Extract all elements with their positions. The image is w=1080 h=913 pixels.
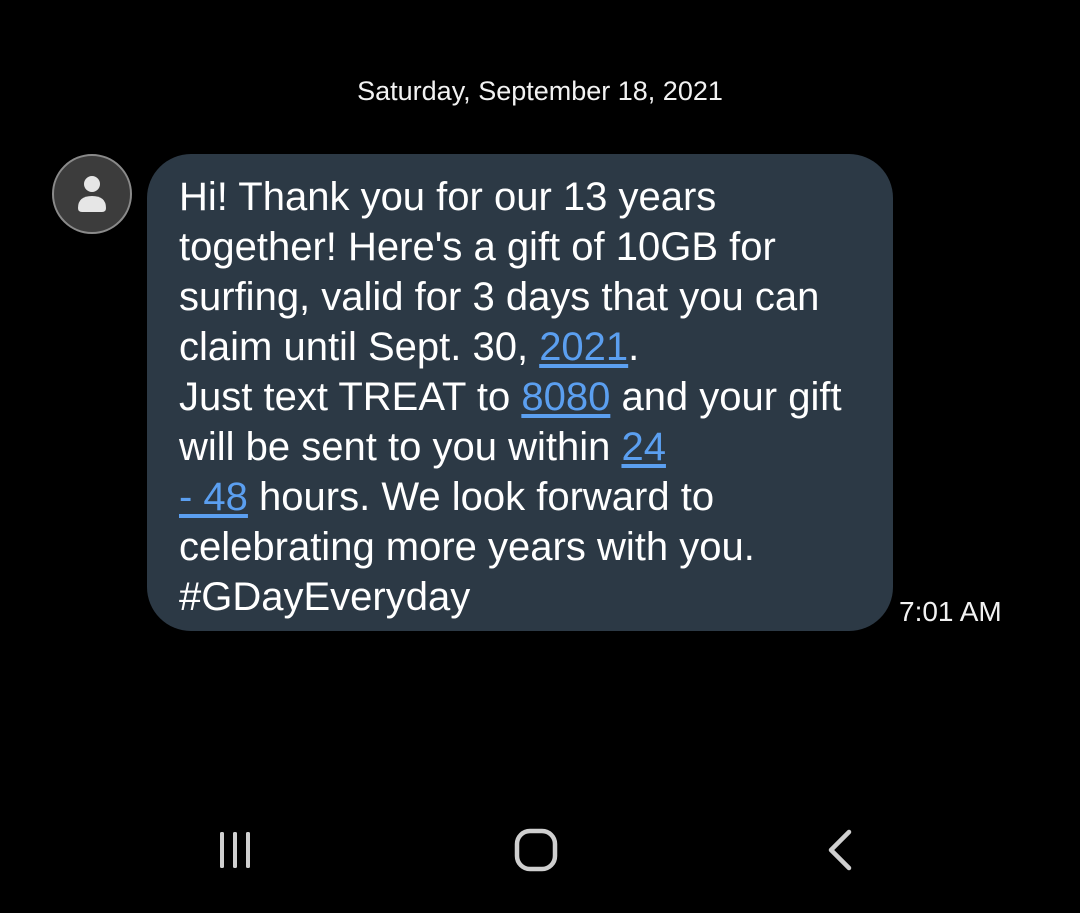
navigation-bar	[0, 800, 1080, 900]
date-header: Saturday, September 18, 2021	[357, 76, 723, 106]
back-icon	[828, 829, 852, 871]
message-bubble[interactable]: Hi! Thank you for our 13 years together!…	[147, 154, 893, 631]
date-link[interactable]: 2021	[539, 325, 628, 369]
person-icon	[78, 176, 106, 212]
number-link[interactable]: 24	[621, 425, 666, 469]
recents-icon	[220, 832, 250, 868]
message-text: Hi! Thank you for our 13 years together!…	[179, 175, 831, 369]
number-link[interactable]: - 48	[179, 475, 248, 519]
recents-button[interactable]	[200, 820, 270, 880]
message-timestamp: 7:01 AM	[899, 596, 1002, 627]
phone-number-link[interactable]: 8080	[521, 375, 610, 419]
message-text: hours. We look forward to celebrating mo…	[179, 475, 766, 619]
back-button[interactable]	[804, 820, 874, 880]
home-icon	[514, 828, 558, 872]
contact-avatar[interactable]	[52, 154, 132, 234]
home-button[interactable]	[501, 820, 571, 880]
